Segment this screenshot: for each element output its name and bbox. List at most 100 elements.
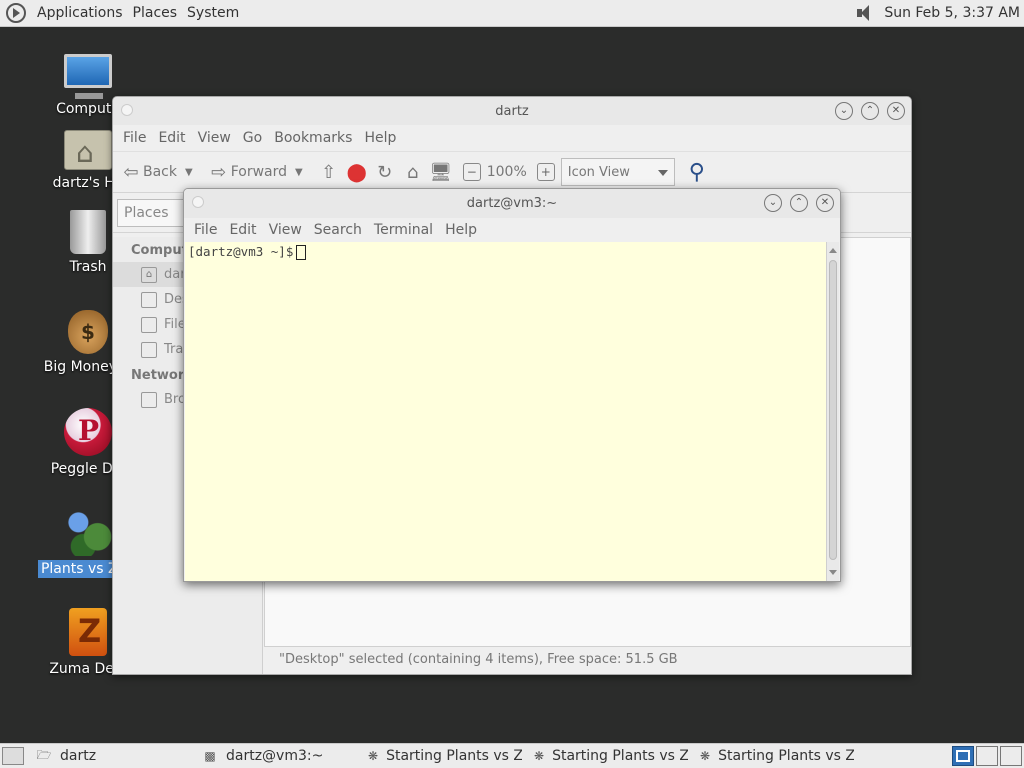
taskbar-item-label: dartz — [60, 748, 97, 764]
file-manager-menubar: File Edit View Go Bookmarks Help — [113, 125, 911, 151]
menu-bookmarks[interactable]: Bookmarks — [268, 130, 358, 146]
status-bar: "Desktop" selected (containing 4 items),… — [279, 652, 678, 667]
forward-history-dropdown-icon[interactable]: ▼ — [295, 167, 303, 178]
up-button[interactable]: ⇧ — [317, 160, 341, 184]
menu-edit[interactable]: Edit — [152, 130, 191, 146]
folder-icon: 🗁 — [36, 747, 52, 762]
workspace-switcher — [952, 746, 1024, 766]
sidebar-type-select[interactable]: Places — [117, 198, 187, 227]
back-label: Back — [143, 164, 177, 180]
taskbar-item-launching-2[interactable]: ❋ Starting Plants vs Z... — [528, 744, 688, 768]
distro-logo-icon[interactable] — [6, 3, 26, 23]
workspace-1[interactable] — [952, 746, 974, 766]
zoom-out-button[interactable]: − — [462, 163, 481, 181]
workspace-3[interactable] — [1000, 746, 1022, 766]
taskbar-item-label: Starting Plants vs Z... — [386, 748, 522, 764]
places-menu[interactable]: Places — [128, 5, 183, 21]
zoom-in-button[interactable]: + — [536, 163, 555, 181]
forward-arrow-icon: ⇨ — [211, 161, 227, 183]
back-button[interactable]: ⇦ Back ▼ — [119, 160, 203, 184]
view-mode-select[interactable]: Icon View — [560, 158, 675, 186]
desktop-icon-label: Trash — [69, 259, 107, 275]
back-arrow-icon: ⇦ — [123, 161, 139, 183]
maximize-button[interactable]: ⌃ — [861, 102, 879, 120]
zuma-icon — [69, 608, 107, 656]
menu-file[interactable]: File — [117, 130, 152, 146]
big-money-icon — [68, 310, 108, 354]
menu-terminal[interactable]: Terminal — [368, 222, 439, 238]
menu-view[interactable]: View — [263, 222, 308, 238]
terminal-icon: ▩ — [204, 749, 216, 763]
taskbar-item-label: Starting Plants vs Z... — [552, 748, 688, 764]
taskbar-item-terminal[interactable]: ▩ dartz@vm3:~ — [196, 744, 356, 768]
close-button[interactable]: ✕ — [816, 194, 834, 212]
reload-icon: ↻ — [377, 161, 393, 183]
menu-file[interactable]: File — [188, 222, 223, 238]
text-cursor — [296, 245, 307, 260]
peggle-icon — [64, 408, 112, 456]
clock-area: Sun Feb 5, 3:37 AM — [855, 4, 1024, 22]
shell-prompt: [dartz@vm3 ~]$ — [188, 244, 294, 259]
stop-button[interactable]: ⬤ — [345, 160, 369, 184]
menu-search[interactable]: Search — [308, 222, 368, 238]
file-manager-titlebar[interactable]: dartz ⌄ ⌃ ✕ — [113, 97, 911, 125]
computer-icon: 🖥 — [429, 161, 453, 183]
scroll-up-icon[interactable] — [829, 248, 837, 253]
minimize-button[interactable]: ⌄ — [764, 194, 782, 212]
window-title: dartz@vm3:~ — [466, 196, 558, 211]
stop-icon: ⬤ — [346, 161, 367, 183]
search-button[interactable]: ⚲ — [685, 159, 709, 185]
taskbar-item-label: dartz@vm3:~ — [226, 748, 324, 764]
maximize-button[interactable]: ⌃ — [790, 194, 808, 212]
menu-help[interactable]: Help — [439, 222, 483, 238]
terminal-output[interactable]: [dartz@vm3 ~]$ — [185, 242, 828, 581]
terminal-titlebar[interactable]: dartz@vm3:~ ⌄ ⌃ ✕ — [184, 189, 840, 218]
computer-button[interactable]: 🖥 — [429, 160, 453, 184]
forward-label: Forward — [230, 164, 288, 180]
workspace-2[interactable] — [976, 746, 998, 766]
system-menu[interactable]: System — [182, 5, 244, 21]
top-panel: Applications Places System Sun Feb 5, 3:… — [0, 0, 1024, 27]
menu-edit[interactable]: Edit — [223, 222, 262, 238]
sidebar-item-label: Tra — [164, 342, 184, 357]
terminal-scrollbar[interactable] — [826, 242, 839, 581]
window-menu-icon[interactable] — [192, 196, 204, 208]
scroll-down-icon[interactable] — [829, 570, 837, 575]
home-folder-icon: ⌂ — [141, 266, 157, 283]
file-manager-toolbar: ⇦ Back ▼ ⇨ Forward ▼ ⇧ ⬤ ↻ ⌂ 🖥 − 100% + … — [113, 151, 911, 193]
terminal-menubar: File Edit View Search Terminal Help — [184, 218, 840, 242]
close-button[interactable]: ✕ — [887, 102, 905, 120]
forward-button[interactable]: ⇨ Forward ▼ — [207, 160, 313, 184]
taskbar-item-launching-3[interactable]: ❋ Starting Plants vs Z... — [694, 744, 854, 768]
menu-go[interactable]: Go — [237, 130, 268, 146]
scrollbar-thumb[interactable] — [829, 260, 837, 560]
taskbar-item-launching-1[interactable]: ❋ Starting Plants vs Z... — [362, 744, 522, 768]
window-menu-icon[interactable] — [121, 104, 133, 116]
up-arrow-icon: ⇧ — [321, 161, 337, 183]
launch-icon: ❋ — [700, 749, 711, 763]
back-history-dropdown-icon[interactable]: ▼ — [185, 167, 193, 178]
show-desktop-button[interactable] — [2, 747, 24, 765]
computer-icon — [64, 54, 112, 99]
home-icon: ⌂ — [407, 161, 419, 183]
window-title: dartz — [495, 103, 529, 119]
home-button[interactable]: ⌂ — [401, 160, 425, 184]
menu-help[interactable]: Help — [358, 130, 402, 146]
desktop-folder-icon — [141, 291, 157, 308]
clock[interactable]: Sun Feb 5, 3:37 AM — [884, 5, 1020, 21]
zoom-level[interactable]: 100% — [487, 164, 527, 180]
reload-button[interactable]: ↻ — [373, 160, 397, 184]
minimize-button[interactable]: ⌄ — [835, 102, 853, 120]
filesystem-icon — [141, 316, 157, 333]
search-icon: ⚲ — [688, 159, 705, 185]
bottom-panel: 🗁 dartz ▩ dartz@vm3:~ ❋ Starting Plants … — [0, 743, 1024, 768]
taskbar-item-file-manager[interactable]: 🗁 dartz — [30, 744, 190, 768]
network-icon — [141, 391, 157, 408]
taskbar-item-label: Starting Plants vs Z... — [718, 748, 854, 764]
applications-menu[interactable]: Applications — [32, 5, 128, 21]
trash-icon — [70, 210, 106, 254]
home-folder-icon — [64, 130, 112, 170]
volume-icon[interactable] — [855, 4, 877, 22]
plants-vs-zombies-icon — [64, 508, 112, 556]
menu-view[interactable]: View — [192, 130, 237, 146]
